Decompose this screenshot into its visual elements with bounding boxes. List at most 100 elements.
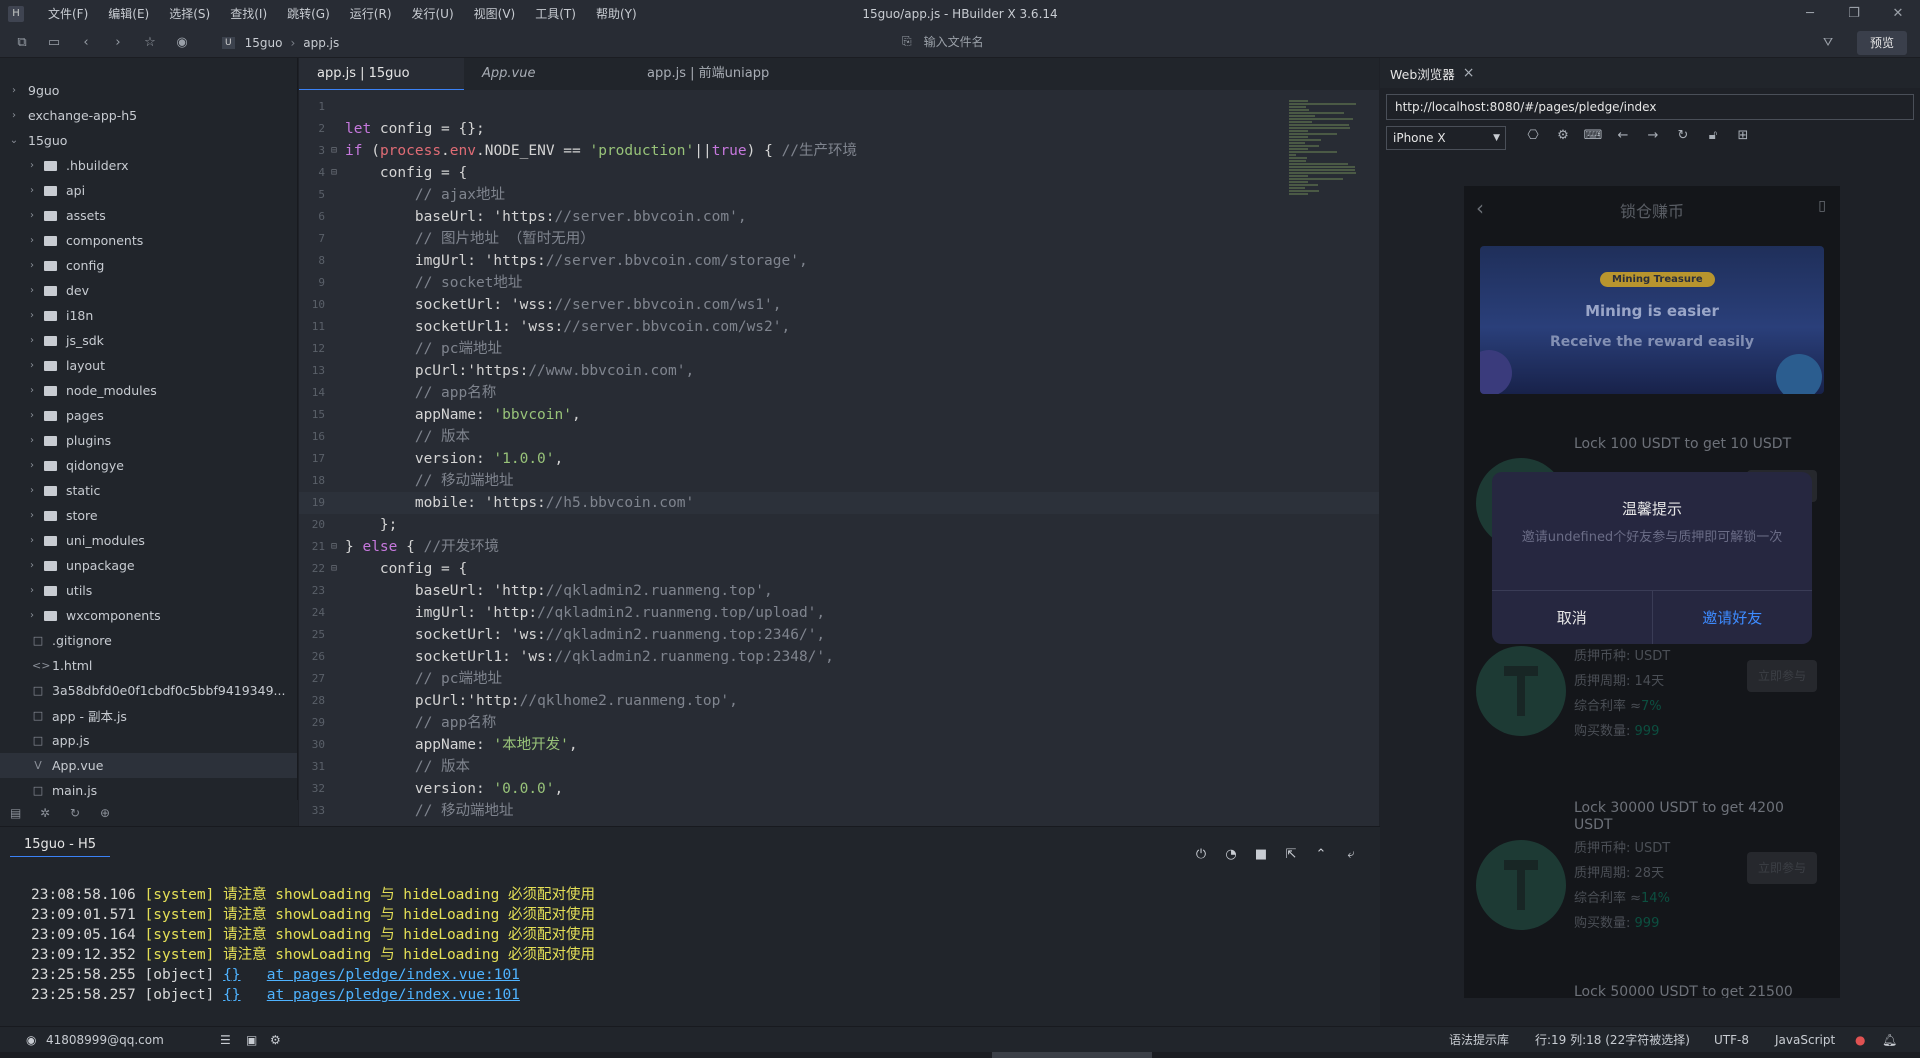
tree-folder-item[interactable]: › plugins [0,428,297,453]
tree-folder-item[interactable]: › assets [0,203,297,228]
code-line[interactable]: 26 socketUrl1: 'ws://qkladmin2.ruanmeng.… [299,646,1379,668]
run-icon[interactable]: ◉ [172,35,192,50]
chevron-right-icon[interactable]: › [26,160,38,171]
breadcrumb-project[interactable]: 15guo [245,36,283,50]
code-line[interactable]: 22 ⊟ config = { [299,558,1379,580]
collapse-icon[interactable]: ⌃ [1306,847,1336,862]
chevron-right-icon[interactable]: › [26,585,38,596]
open-external-icon[interactable]: ⇱ [1276,847,1306,862]
code-line[interactable]: 12 // pc端地址 [299,338,1379,360]
code-line[interactable]: 14 // app名称 [299,382,1379,404]
code-line[interactable]: 8 imgUrl: 'https://server.bbvcoin.com/st… [299,250,1379,272]
chevron-right-icon[interactable]: › [26,385,38,396]
menu-item[interactable]: 文件(F) [38,0,98,28]
list-icon[interactable]: ☰ [220,1027,231,1053]
back-icon[interactable]: ← [1608,128,1638,143]
menu-item[interactable]: 查找(I) [220,0,277,28]
code-line[interactable]: 4 ⊟ config = { [299,162,1379,184]
chevron-right-icon[interactable]: › [26,510,38,521]
log-object-link[interactable]: {} [223,967,240,983]
document-icon[interactable]: ▯ [1818,198,1826,214]
code-area[interactable]: 1 2 let config = {}; 3 ⊟ if (process.env.NODE… [299,96,1379,826]
code-line[interactable]: 29 // app名称 [299,712,1379,734]
invite-friends-button[interactable]: 邀请好友 [1651,591,1813,644]
chevron-right-icon[interactable]: › [26,610,38,621]
code-line[interactable]: 23 baseUrl: 'http://qkladmin2.ruanmeng.t… [299,580,1379,602]
forward-icon[interactable]: → [1638,128,1668,143]
syntax-hint-library[interactable]: 语法提示库 [1449,1027,1509,1053]
back-icon[interactable]: ‹ [76,35,96,50]
editor-tab[interactable]: App.vue [464,58,629,90]
forward-icon[interactable]: › [108,35,128,50]
language-mode[interactable]: JavaScript [1775,1027,1835,1053]
refresh-icon[interactable]: ↻ [1668,128,1698,143]
tree-file-item[interactable]: □ app - 副本.js [0,703,297,728]
editor-tab[interactable]: app.js | 前端uniapp [629,58,794,90]
bell-icon[interactable]: 🔔︎ [1882,1027,1897,1053]
menu-item[interactable]: 视图(V) [464,0,526,28]
tree-folder-item[interactable]: › .hbuilderx [0,153,297,178]
chevron-right-icon[interactable]: › [8,85,20,96]
tree-folder-item[interactable]: › pages [0,403,297,428]
chevron-right-icon[interactable]: › [26,360,38,371]
browser-tab[interactable]: Web浏览器 [1380,64,1465,83]
chevron-down-icon[interactable]: ⌄ [8,135,20,146]
chevron-right-icon[interactable]: › [26,235,38,246]
run-icon[interactable]: ◔ [1216,847,1246,862]
code-line[interactable]: 32 version: '0.0.0', [299,778,1379,800]
log-object-link[interactable]: {} [223,987,240,1003]
breadcrumb-file[interactable]: app.js [303,36,339,50]
tree-folder-item[interactable]: › uni_modules [0,528,297,553]
chevron-right-icon[interactable]: › [26,435,38,446]
menu-item[interactable]: 跳转(G) [277,0,340,28]
tree-project-item[interactable]: ⌄ 15guo [0,128,297,153]
code-line[interactable]: 25 socketUrl: 'ws://qkladmin2.ruanmeng.t… [299,624,1379,646]
fold-marker-icon[interactable]: ⊟ [331,536,337,558]
chevron-right-icon[interactable]: › [26,210,38,221]
menu-item[interactable]: 发行(U) [402,0,464,28]
tree-folder-item[interactable]: › config [0,253,297,278]
filter-icon[interactable]: ⛛ [1823,35,1833,50]
restore-icon[interactable]: ❐ [1832,0,1876,28]
tree-folder-item[interactable]: › i18n [0,303,297,328]
code-line[interactable]: 13 pcUrl:'https://www.bbvcoin.com', [299,360,1379,382]
terminal-icon[interactable]: ▣ [246,1027,257,1053]
tree-file-item[interactable]: □ app.js [0,728,297,753]
tree-folder-item[interactable]: › api [0,178,297,203]
code-line[interactable]: 33 // 移动端地址 [299,800,1379,822]
code-line[interactable]: 30 appName: '本地开发', [299,734,1379,756]
chevron-right-icon[interactable]: › [26,535,38,546]
plugin-icon[interactable]: ⚙ [270,1027,281,1053]
code-line[interactable]: 1 [299,96,1379,118]
tree-folder-item[interactable]: › unpackage [0,553,297,578]
new-file-icon[interactable]: ⧉ [12,35,32,50]
tree-folder-item[interactable]: › dev [0,278,297,303]
menu-item[interactable]: 编辑(E) [98,0,159,28]
horizontal-scrollbar[interactable] [992,1052,1152,1058]
code-line[interactable]: 2 let config = {}; [299,118,1379,140]
code-line[interactable]: 27 // pc端地址 [299,668,1379,690]
tree-folder-item[interactable]: › wxcomponents [0,603,297,628]
device-select[interactable]: iPhone X ▼ [1386,126,1506,150]
code-line[interactable]: 28 pcUrl:'http://qklhome2.ruanmeng.top', [299,690,1379,712]
chevron-right-icon[interactable]: › [26,260,38,271]
tree-folder-item[interactable]: › layout [0,353,297,378]
preview-button[interactable]: 预览 [1857,31,1907,55]
console-tab[interactable]: 15guo - H5 [10,837,110,857]
chevron-right-icon[interactable]: › [26,310,38,321]
chevron-right-icon[interactable]: › [26,560,38,571]
files-icon[interactable]: ▤ [10,806,30,820]
fold-marker-icon[interactable]: ⊟ [331,162,337,184]
globe-icon[interactable]: ⊕ [100,806,120,820]
menu-item[interactable]: 选择(S) [159,0,220,28]
settings-icon[interactable]: ⚙ [1548,128,1578,143]
menu-item[interactable]: 工具(T) [525,0,586,28]
console-icon[interactable]: ⌨ [1578,128,1608,143]
cursor-position[interactable]: 行:19 列:18 (22字符被选择) [1535,1027,1690,1053]
chevron-right-icon[interactable]: › [8,110,20,121]
code-line[interactable]: 18 // 移动端地址 [299,470,1379,492]
file-encoding[interactable]: UTF-8 [1714,1027,1749,1053]
code-line[interactable]: 24 imgUrl: 'http://qkladmin2.ruanmeng.to… [299,602,1379,624]
save-icon[interactable]: ▭ [44,35,64,50]
tree-folder-item[interactable]: › store [0,503,297,528]
